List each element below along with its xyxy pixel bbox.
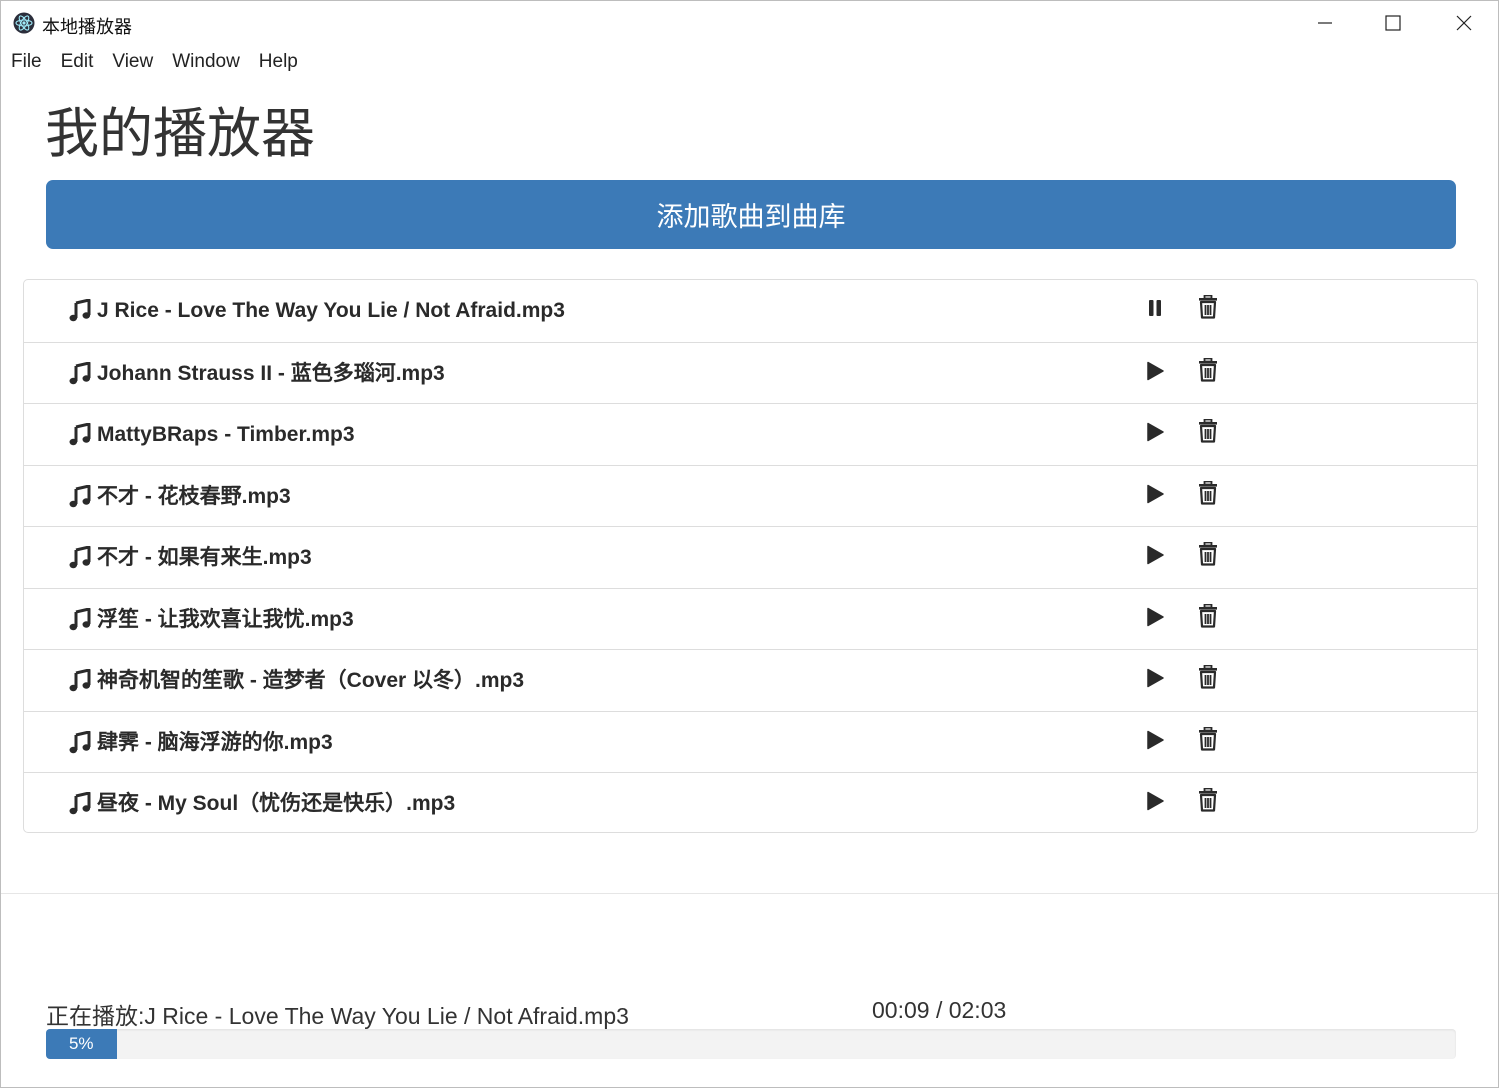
trash-icon[interactable] bbox=[1198, 542, 1218, 566]
song-row: 不才 - 如果有来生.mp3 bbox=[24, 526, 1477, 587]
playback-time: 00:09 / 02:03 bbox=[872, 997, 1007, 1023]
trash-icon[interactable] bbox=[1198, 665, 1218, 689]
song-row: 神奇机智的笙歌 - 造梦者（Cover 以冬）.mp3 bbox=[24, 649, 1477, 710]
play-icon bbox=[1147, 607, 1164, 627]
menu-view[interactable]: View bbox=[102, 48, 162, 76]
song-name: 不才 - 如果有来生.mp3 bbox=[97, 546, 312, 569]
progress-track[interactable]: 5% bbox=[46, 1029, 1456, 1059]
play-button[interactable] bbox=[1144, 605, 1166, 629]
play-icon bbox=[1147, 668, 1164, 688]
pause-button[interactable] bbox=[1144, 296, 1166, 320]
menu-window[interactable]: Window bbox=[162, 48, 249, 76]
trash-icon[interactable] bbox=[1198, 727, 1218, 751]
song-name: 昼夜 - My Soul（忧伤还是快乐）.mp3 bbox=[97, 792, 456, 815]
trash-icon[interactable] bbox=[1198, 358, 1218, 382]
song-row: 肆霁 - 脑海浮游的你.mp3 bbox=[24, 711, 1477, 772]
music-note-icon bbox=[69, 792, 91, 815]
maximize-button[interactable] bbox=[1358, 1, 1428, 45]
play-button[interactable] bbox=[1144, 543, 1166, 567]
song-name: 不才 - 花枝春野.mp3 bbox=[97, 485, 291, 508]
close-icon bbox=[1456, 15, 1472, 31]
song-list: J Rice - Love The Way You Lie / Not Afra… bbox=[23, 279, 1478, 833]
now-playing-label: 正在播放:J Rice - Love The Way You Lie / Not… bbox=[46, 1003, 629, 1029]
close-button[interactable] bbox=[1429, 1, 1499, 45]
song-row: 不才 - 花枝春野.mp3 bbox=[24, 465, 1477, 526]
music-note-icon bbox=[69, 485, 91, 508]
footer-divider bbox=[1, 893, 1498, 894]
play-icon bbox=[1147, 545, 1164, 565]
progress-bar: 5% bbox=[46, 1029, 117, 1059]
page-title: 我的播放器 bbox=[45, 104, 315, 164]
song-row: 昼夜 - My Soul（忧伤还是快乐）.mp3 bbox=[24, 772, 1477, 833]
play-button[interactable] bbox=[1144, 420, 1166, 444]
song-name: J Rice - Love The Way You Lie / Not Afra… bbox=[97, 299, 565, 322]
music-note-icon bbox=[69, 299, 91, 322]
song-name: 肆霁 - 脑海浮游的你.mp3 bbox=[97, 731, 333, 754]
song-name: Johann Strauss II - 蓝色多瑙河.mp3 bbox=[97, 362, 445, 385]
play-icon bbox=[1147, 730, 1164, 750]
maximize-icon bbox=[1385, 15, 1401, 31]
song-row: J Rice - Love The Way You Lie / Not Afra… bbox=[24, 280, 1477, 341]
play-button[interactable] bbox=[1144, 728, 1166, 752]
minimize-icon bbox=[1318, 22, 1332, 24]
song-name: 浮笙 - 让我欢喜让我忧.mp3 bbox=[97, 608, 354, 631]
trash-icon[interactable] bbox=[1198, 481, 1218, 505]
window-title: 本地播放器 bbox=[42, 17, 132, 37]
play-button[interactable] bbox=[1144, 359, 1166, 383]
trash-icon[interactable] bbox=[1198, 604, 1218, 628]
play-button[interactable] bbox=[1144, 666, 1166, 690]
song-row: Johann Strauss II - 蓝色多瑙河.mp3 bbox=[24, 342, 1477, 403]
music-note-icon bbox=[69, 608, 91, 631]
song-row: MattyBRaps - Timber.mp3 bbox=[24, 403, 1477, 464]
add-songs-button[interactable]: 添加歌曲到曲库 bbox=[46, 180, 1456, 249]
music-note-icon bbox=[69, 546, 91, 569]
music-note-icon bbox=[69, 362, 91, 385]
music-note-icon bbox=[69, 669, 91, 692]
play-icon bbox=[1147, 791, 1164, 811]
play-icon bbox=[1147, 422, 1164, 442]
menu-bar: File Edit View Window Help bbox=[1, 48, 307, 76]
play-icon bbox=[1147, 361, 1164, 381]
title-bar: 本地播放器 bbox=[1, 1, 1498, 45]
trash-icon[interactable] bbox=[1198, 419, 1218, 443]
electron-icon bbox=[13, 12, 35, 34]
minimize-button[interactable] bbox=[1290, 1, 1360, 45]
play-button[interactable] bbox=[1144, 789, 1166, 813]
menu-help[interactable]: Help bbox=[249, 48, 307, 76]
song-name: MattyBRaps - Timber.mp3 bbox=[97, 423, 355, 446]
music-note-icon bbox=[69, 731, 91, 754]
menu-edit[interactable]: Edit bbox=[51, 48, 103, 76]
play-icon bbox=[1147, 484, 1164, 504]
trash-icon[interactable] bbox=[1198, 295, 1218, 319]
pause-icon bbox=[1149, 300, 1161, 316]
trash-icon[interactable] bbox=[1198, 788, 1218, 812]
music-note-icon bbox=[69, 423, 91, 446]
song-name: 神奇机智的笙歌 - 造梦者（Cover 以冬）.mp3 bbox=[97, 669, 525, 692]
menu-file[interactable]: File bbox=[1, 48, 51, 76]
song-row: 浮笙 - 让我欢喜让我忧.mp3 bbox=[24, 588, 1477, 649]
play-button[interactable] bbox=[1144, 482, 1166, 506]
